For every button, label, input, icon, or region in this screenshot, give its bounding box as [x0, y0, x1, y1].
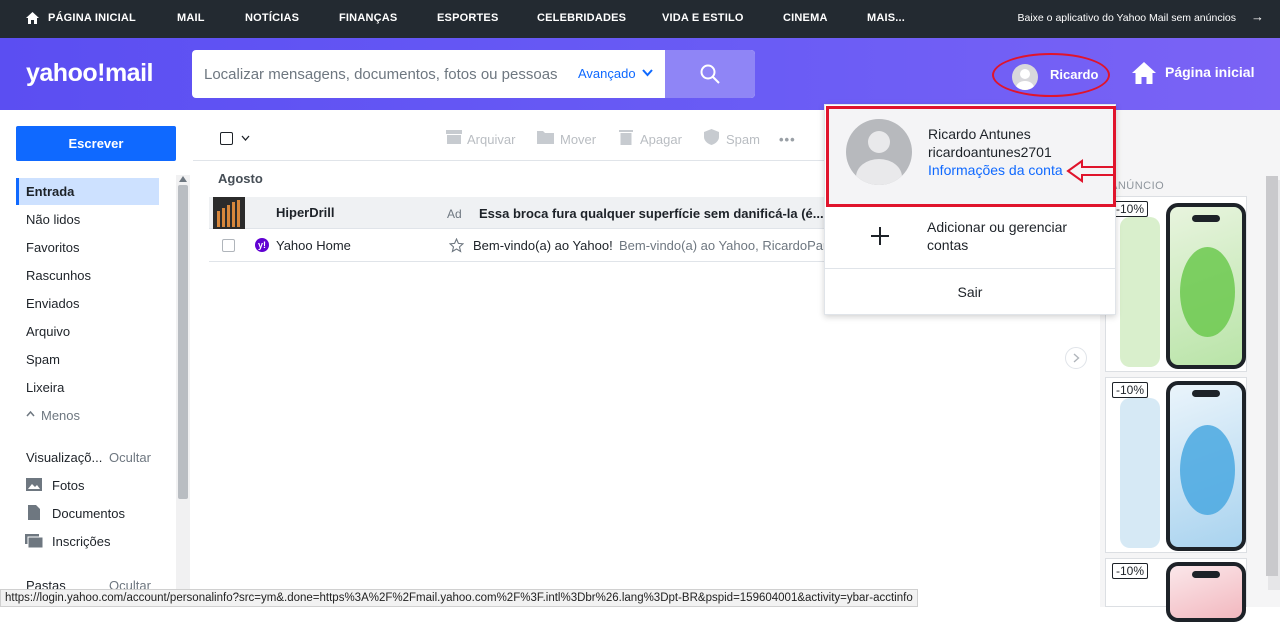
ad-section-label: ANÚNCIO — [1110, 180, 1165, 192]
ad-card[interactable]: -10% — [1105, 196, 1247, 372]
account-info-card: Ricardo Antunes ricardoantunes2701 Infor… — [826, 106, 1116, 207]
ad-label: Ad — [447, 207, 462, 221]
phone-back-image — [1120, 217, 1160, 367]
chevron-up-icon[interactable] — [26, 410, 35, 417]
search-input[interactable] — [192, 50, 572, 98]
discount-badge: -10% — [1112, 563, 1149, 579]
message-subject: Essa broca fura qualquer superfície sem … — [479, 206, 824, 221]
select-all-checkbox[interactable] — [220, 132, 233, 145]
folder-sidebar: Escrever Entrada Não lidos Favoritos Ras… — [0, 110, 193, 607]
folder-spam[interactable]: Spam — [16, 346, 159, 373]
search-button[interactable] — [665, 50, 755, 98]
folder-inbox[interactable]: Entrada — [16, 178, 159, 205]
yahoo-mail-logo[interactable]: yahoo!mail — [26, 59, 153, 88]
trash-icon — [619, 130, 633, 145]
sign-out-button[interactable]: Sair — [825, 284, 1115, 300]
account-username: ricardoantunes2701 — [928, 144, 1052, 160]
star-icon[interactable] — [449, 238, 464, 253]
mail-header: yahoo!mail Avançado Ricardo Página inici… — [0, 38, 1280, 110]
message-sender: HiperDrill — [276, 205, 335, 220]
view-documents[interactable]: Documentos — [52, 506, 125, 521]
views-heading[interactable]: Visualizaçõ... — [26, 450, 102, 465]
date-section-heading: Agosto — [218, 171, 263, 186]
nav-movies[interactable]: CINEMA — [783, 12, 828, 24]
discount-badge: -10% — [1112, 382, 1149, 398]
message-sender: Yahoo Home — [276, 238, 351, 253]
compose-button[interactable]: Escrever — [16, 126, 176, 161]
scroll-up-icon[interactable] — [179, 176, 187, 182]
spam-shield-icon — [704, 129, 719, 145]
folder-trash[interactable]: Lixeira — [16, 374, 159, 401]
app-promo-link[interactable]: Baixe o aplicativo do Yahoo Mail sem anú… — [1018, 12, 1237, 24]
nav-celebrities[interactable]: CELEBRIDADES — [537, 12, 626, 24]
home-icon[interactable] — [1132, 62, 1156, 84]
message-preview: Bem-vindo(a) ao Yahoo, RicardoPara — [619, 238, 835, 253]
phone-image — [1166, 562, 1246, 622]
yahoo-sender-icon: y! — [255, 238, 269, 252]
subscriptions-icon — [25, 534, 43, 548]
nav-news[interactable]: NOTÍCIAS — [245, 12, 299, 24]
account-full-name: Ricardo Antunes — [928, 126, 1031, 142]
ad-thumbnail — [213, 197, 245, 229]
home-icon — [26, 12, 39, 24]
home-link[interactable]: Página inicial — [1165, 64, 1254, 80]
folder-archive[interactable]: Arquivo — [16, 318, 159, 345]
move-button[interactable]: Mover — [560, 132, 596, 147]
nav-sports[interactable]: ESPORTES — [437, 12, 499, 24]
add-manage-accounts-link[interactable]: Adicionar ou gerenciar contas — [927, 218, 1087, 254]
sidebar-scrollbar-thumb[interactable] — [178, 185, 188, 499]
view-photos[interactable]: Fotos — [52, 478, 85, 493]
row-checkbox[interactable] — [222, 239, 235, 252]
hide-views-link[interactable]: Ocultar — [109, 450, 151, 465]
account-button[interactable]: Ricardo — [992, 53, 1110, 97]
phone-back-image — [1120, 398, 1160, 548]
spam-button[interactable]: Spam — [726, 132, 760, 147]
chevron-down-icon[interactable] — [241, 135, 250, 141]
plus-icon — [871, 227, 889, 245]
nav-mail[interactable]: MAIL — [177, 12, 205, 24]
folder-starred[interactable]: Favoritos — [16, 234, 159, 261]
arrow-right-icon: → — [1251, 9, 1264, 24]
ad-card[interactable]: -10% — [1105, 377, 1247, 553]
search-bar: Avançado — [192, 50, 755, 98]
ad-scrollbar-thumb[interactable] — [1266, 176, 1278, 576]
browser-status-bar: https://login.yahoo.com/account/personal… — [0, 589, 918, 607]
document-icon — [28, 505, 40, 520]
nav-finance[interactable]: FINANÇAS — [339, 12, 397, 24]
photos-icon — [26, 478, 42, 491]
show-less-link[interactable]: Menos — [41, 408, 80, 423]
advanced-search-link[interactable]: Avançado — [578, 66, 636, 81]
nav-lifestyle[interactable]: VIDA E ESTILO — [662, 12, 744, 24]
nav-more[interactable]: MAIS... — [867, 12, 905, 24]
message-subject: Bem-vindo(a) ao Yahoo! — [473, 238, 613, 253]
red-arrow-annotation-icon — [1066, 159, 1115, 183]
phone-image — [1166, 381, 1246, 551]
top-navigation-bar: PÁGINA INICIAL MAIL NOTÍCIAS FINANÇAS ES… — [0, 0, 1280, 38]
folder-drafts[interactable]: Rascunhos — [16, 262, 159, 289]
chevron-right-icon — [1073, 353, 1080, 363]
expand-pane-button[interactable] — [1065, 347, 1087, 369]
search-icon — [700, 64, 720, 84]
view-subscriptions[interactable]: Inscrições — [52, 534, 111, 549]
more-actions-button[interactable]: ••• — [779, 132, 796, 147]
ad-card[interactable]: -10% — [1105, 558, 1247, 622]
folder-sent[interactable]: Enviados — [16, 290, 159, 317]
phone-image — [1166, 203, 1246, 369]
folder-unread[interactable]: Não lidos — [16, 206, 159, 233]
archive-icon — [446, 130, 462, 144]
discount-badge: -10% — [1112, 201, 1149, 217]
avatar — [846, 119, 912, 185]
avatar — [1012, 64, 1038, 90]
account-info-link[interactable]: Informações da conta — [928, 162, 1063, 178]
chevron-down-icon[interactable] — [642, 69, 653, 77]
account-menu: Ricardo Antunes ricardoantunes2701 Infor… — [824, 104, 1116, 315]
nav-home[interactable]: PÁGINA INICIAL — [48, 12, 136, 24]
delete-button[interactable]: Apagar — [640, 132, 682, 147]
user-name: Ricardo — [1050, 67, 1099, 82]
move-folder-icon — [537, 131, 554, 144]
archive-button[interactable]: Arquivar — [467, 132, 515, 147]
